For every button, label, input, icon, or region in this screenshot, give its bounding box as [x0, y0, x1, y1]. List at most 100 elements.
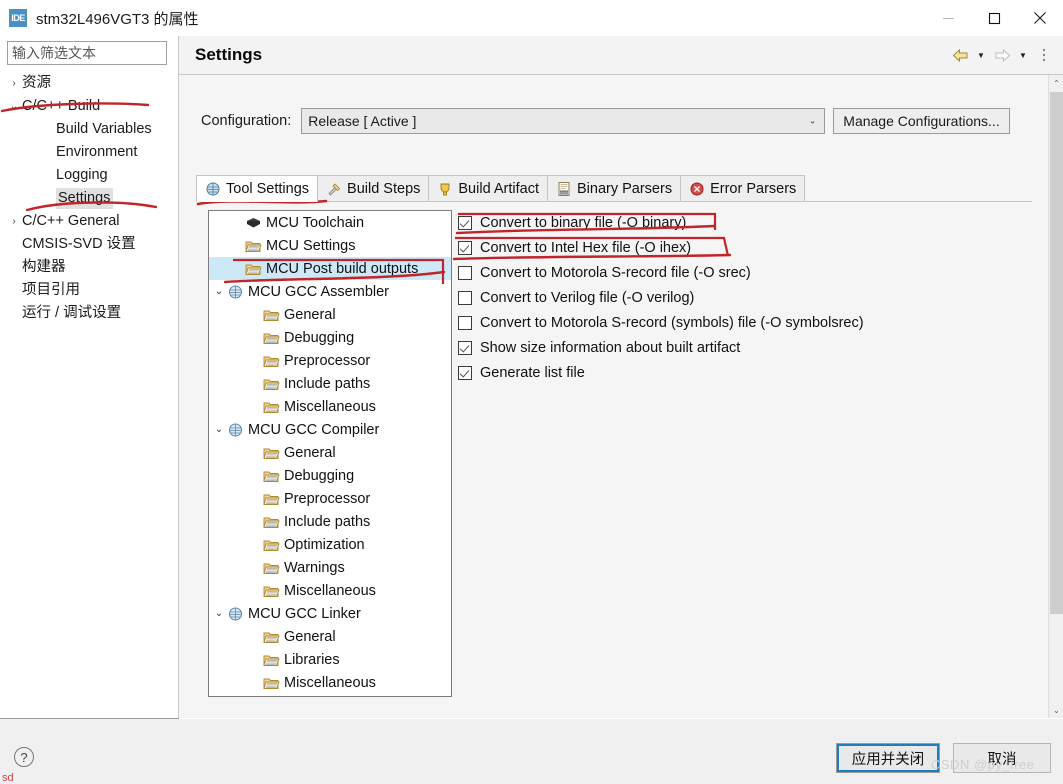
- tool-tree-item-miscellaneous[interactable]: Miscellaneous: [209, 579, 451, 602]
- folder-icon: [245, 241, 262, 252]
- tool-tree-item-mcu-post-build-outputs[interactable]: MCU Post build outputs: [209, 257, 451, 280]
- folder-icon: [245, 264, 262, 275]
- option-row[interactable]: Convert to Motorola S-record (symbols) f…: [458, 310, 1018, 335]
- scrollbar-thumb[interactable]: [1050, 92, 1063, 614]
- sidebar-item-[interactable]: 运行 / 调试设置: [0, 302, 178, 325]
- tool-tree-item-include-paths[interactable]: Include paths: [209, 372, 451, 395]
- option-row[interactable]: Convert to Motorola S-record file (-O sr…: [458, 260, 1018, 285]
- sidebar-item-label: Logging: [56, 167, 108, 184]
- folder-icon: [263, 629, 284, 645]
- tab-binary-parsers[interactable]: 010 Binary Parsers: [546, 175, 682, 202]
- tool-tree-item-libraries[interactable]: Libraries: [209, 648, 451, 671]
- tool-tree-item-optimization[interactable]: Optimization: [209, 533, 451, 556]
- tool-tree-item-general[interactable]: General: [209, 625, 451, 648]
- tool-tree-item-general[interactable]: General: [209, 441, 451, 464]
- chevron-down-icon[interactable]: ⌄: [211, 424, 227, 435]
- option-label: Convert to binary file (-O binary): [480, 214, 687, 231]
- checkbox-icon[interactable]: [458, 240, 472, 255]
- close-icon[interactable]: [1017, 0, 1063, 36]
- forward-dropdown-icon[interactable]: ▼: [1016, 44, 1030, 66]
- sidebar-item-[interactable]: 项目引用: [0, 279, 178, 302]
- sidebar-item-logging[interactable]: Logging: [0, 164, 178, 187]
- minimize-icon[interactable]: [925, 0, 971, 36]
- tool-tree-item-miscellaneous[interactable]: Miscellaneous: [209, 395, 451, 418]
- sidebar-item-[interactable]: 构建器: [0, 256, 178, 279]
- binary-parsers-icon: 010: [558, 182, 570, 196]
- tab-error-parsers[interactable]: Error Parsers: [680, 175, 806, 202]
- option-row[interactable]: Generate list file: [458, 360, 1018, 385]
- scroll-up-icon[interactable]: ⌃: [1049, 75, 1063, 91]
- chip-icon: [247, 217, 260, 227]
- tool-tree-item-debugging[interactable]: Debugging: [209, 326, 451, 349]
- vertical-scrollbar[interactable]: ⌃ ⌄: [1048, 75, 1063, 718]
- tool-tree-item-mcu-toolchain[interactable]: MCU Toolchain: [209, 211, 451, 234]
- properties-tree[interactable]: › 资源 ⌄ C/C++ Build Build Variables Environmen…: [0, 72, 178, 718]
- folder-icon: [263, 448, 280, 459]
- view-menu-icon[interactable]: [1033, 44, 1055, 66]
- tab-build-artifact[interactable]: Build Artifact: [428, 175, 548, 202]
- sidebar-item-label: Build Variables: [56, 121, 152, 138]
- checkbox-icon[interactable]: [458, 265, 472, 280]
- tool-tree-item-general[interactable]: General: [209, 303, 451, 326]
- checkbox-icon[interactable]: [458, 290, 472, 305]
- tool-tree-item-label: Include paths: [284, 375, 371, 392]
- gcc-icon: [227, 422, 248, 438]
- filter-input[interactable]: [7, 41, 167, 65]
- sidebar-item-label: C/C++ General: [22, 213, 120, 230]
- chevron-down-icon[interactable]: ⌄: [211, 608, 227, 619]
- tool-tree-item-debugging[interactable]: Debugging: [209, 464, 451, 487]
- gcc-icon: [229, 423, 242, 436]
- option-row[interactable]: Convert to Intel Hex file (-O ihex): [458, 235, 1018, 260]
- back-arrow-icon[interactable]: [949, 44, 971, 66]
- sidebar-item-label: 项目引用: [22, 282, 80, 299]
- option-row[interactable]: Show size information about built artifa…: [458, 335, 1018, 360]
- tab-build-steps[interactable]: Build Steps: [317, 175, 430, 202]
- help-icon[interactable]: ?: [14, 747, 34, 767]
- manage-configurations-button[interactable]: Manage Configurations...: [833, 108, 1010, 134]
- checkbox-icon[interactable]: [458, 315, 472, 330]
- sidebar-item-build-variables[interactable]: Build Variables: [0, 118, 178, 141]
- sidebar-item-label: Settings: [56, 188, 114, 209]
- tool-tree-item-mcu-gcc-compiler[interactable]: ⌄ MCU GCC Compiler: [209, 418, 451, 441]
- sidebar-item-c-c-build[interactable]: ⌄ C/C++ Build: [0, 95, 178, 118]
- sidebar-item-[interactable]: › 资源: [0, 72, 178, 95]
- chevron-right-icon[interactable]: ›: [6, 216, 22, 227]
- chevron-right-icon[interactable]: ›: [6, 78, 22, 89]
- option-row[interactable]: Convert to Verilog file (-O verilog): [458, 285, 1018, 310]
- tool-settings-icon: [206, 182, 220, 196]
- checkbox-icon[interactable]: [458, 340, 472, 355]
- tab-tool-settings[interactable]: Tool Settings: [196, 175, 319, 202]
- sidebar-item-environment[interactable]: Environment: [0, 141, 178, 164]
- back-dropdown-icon[interactable]: ▼: [974, 44, 988, 66]
- sidebar-item-c-c-general[interactable]: › C/C++ General: [0, 210, 178, 233]
- checkbox-icon[interactable]: [458, 215, 472, 230]
- tool-tree-item-preprocessor[interactable]: Preprocessor: [209, 487, 451, 510]
- tool-tree-item-include-paths[interactable]: Include paths: [209, 510, 451, 533]
- option-label: Convert to Motorola S-record file (-O sr…: [480, 264, 751, 281]
- gcc-icon: [227, 284, 248, 300]
- tool-tree-item-mcu-gcc-assembler[interactable]: ⌄ MCU GCC Assembler: [209, 280, 451, 303]
- folder-icon: [263, 379, 280, 390]
- tool-tree[interactable]: MCU Toolchain MCU Settings MCU Post build …: [208, 210, 452, 697]
- tool-tree-item-mcu-settings[interactable]: MCU Settings: [209, 234, 451, 257]
- apply-and-close-button[interactable]: 应用并关闭: [836, 743, 940, 773]
- sidebar-item-settings[interactable]: Settings: [0, 187, 178, 210]
- folder-icon: [263, 356, 280, 367]
- maximize-icon[interactable]: [971, 0, 1017, 36]
- binary-parsers-icon: 010: [556, 181, 572, 197]
- sidebar-item-cmsis-svd[interactable]: CMSIS-SVD 设置: [0, 233, 178, 256]
- gcc-icon: [229, 285, 242, 298]
- tool-tree-item-preprocessor[interactable]: Preprocessor: [209, 349, 451, 372]
- configuration-select[interactable]: Release [ Active ] ⌄: [301, 108, 826, 134]
- forward-arrow-icon[interactable]: [991, 44, 1013, 66]
- tool-tree-item-warnings[interactable]: Warnings: [209, 556, 451, 579]
- tool-tree-item-miscellaneous[interactable]: Miscellaneous: [209, 671, 451, 694]
- tool-tree-item-mcu-gcc-linker[interactable]: ⌄ MCU GCC Linker: [209, 602, 451, 625]
- chevron-down-icon[interactable]: ⌄: [6, 101, 22, 112]
- option-row[interactable]: Convert to binary file (-O binary): [458, 210, 1018, 235]
- chevron-down-icon[interactable]: ⌄: [211, 286, 227, 297]
- checkbox-icon[interactable]: [458, 365, 472, 380]
- scroll-down-icon[interactable]: ⌄: [1049, 702, 1063, 718]
- option-label: Generate list file: [480, 364, 585, 381]
- cancel-button[interactable]: 取消: [953, 743, 1051, 773]
